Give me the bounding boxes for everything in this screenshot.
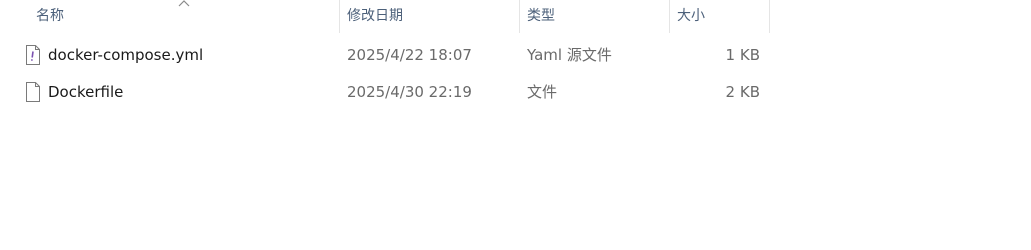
- yaml-file-icon: [26, 45, 40, 65]
- generic-file-icon: [26, 82, 40, 102]
- file-name: Dockerfile: [48, 83, 124, 101]
- column-header-date-label: 修改日期: [347, 8, 403, 24]
- column-header-name-label: 名称: [36, 8, 64, 24]
- column-header-type[interactable]: 类型: [520, 0, 670, 33]
- file-date-modified: 2025/4/22 18:07: [347, 46, 472, 64]
- column-header-size[interactable]: 大小: [670, 0, 770, 33]
- column-header-type-label: 类型: [527, 8, 555, 24]
- column-header-date-modified[interactable]: 修改日期: [340, 0, 520, 33]
- file-name: docker-compose.yml: [48, 46, 204, 64]
- file-rows: docker-compose.yml 2025/4/22 18:07 Yaml …: [0, 37, 770, 111]
- file-row[interactable]: docker-compose.yml 2025/4/22 18:07 Yaml …: [0, 37, 770, 74]
- file-type: 文件: [527, 83, 558, 101]
- file-size: 1 KB: [725, 46, 760, 64]
- column-header-size-label: 大小: [677, 8, 705, 24]
- file-row[interactable]: Dockerfile 2025/4/30 22:19 文件 2 KB: [0, 74, 770, 111]
- column-header-name[interactable]: 名称: [29, 0, 340, 33]
- file-date-modified: 2025/4/30 22:19: [347, 83, 472, 101]
- file-size: 2 KB: [725, 83, 760, 101]
- column-header-bar: 名称 修改日期 类型 大小: [0, 0, 770, 33]
- file-type: Yaml 源文件: [527, 46, 612, 64]
- file-list-view: 名称 修改日期 类型 大小 docker-compose.yml 2025/4/…: [0, 0, 1031, 250]
